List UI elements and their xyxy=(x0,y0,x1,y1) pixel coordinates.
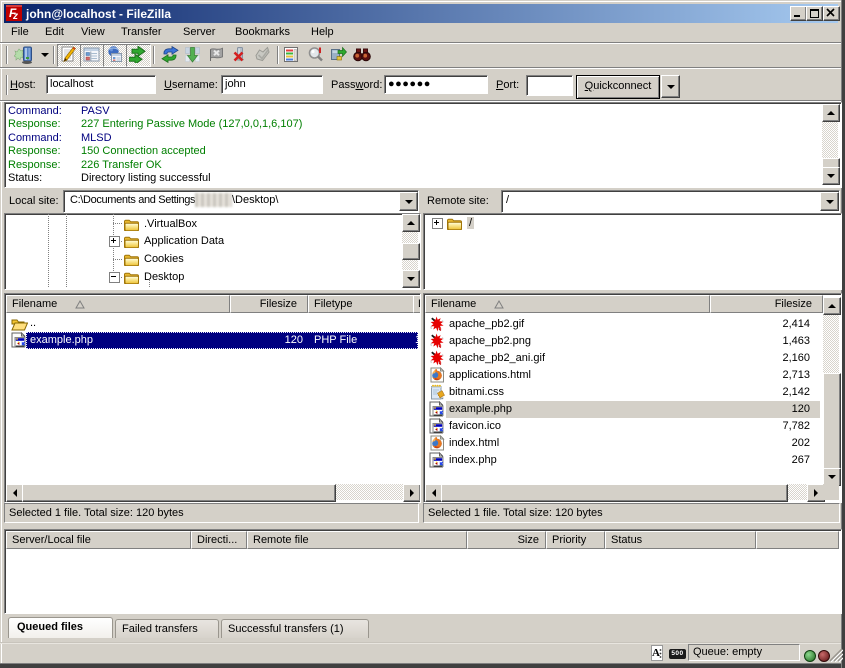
svg-text:A: A xyxy=(652,647,660,659)
svg-text:z: z xyxy=(12,11,18,21)
